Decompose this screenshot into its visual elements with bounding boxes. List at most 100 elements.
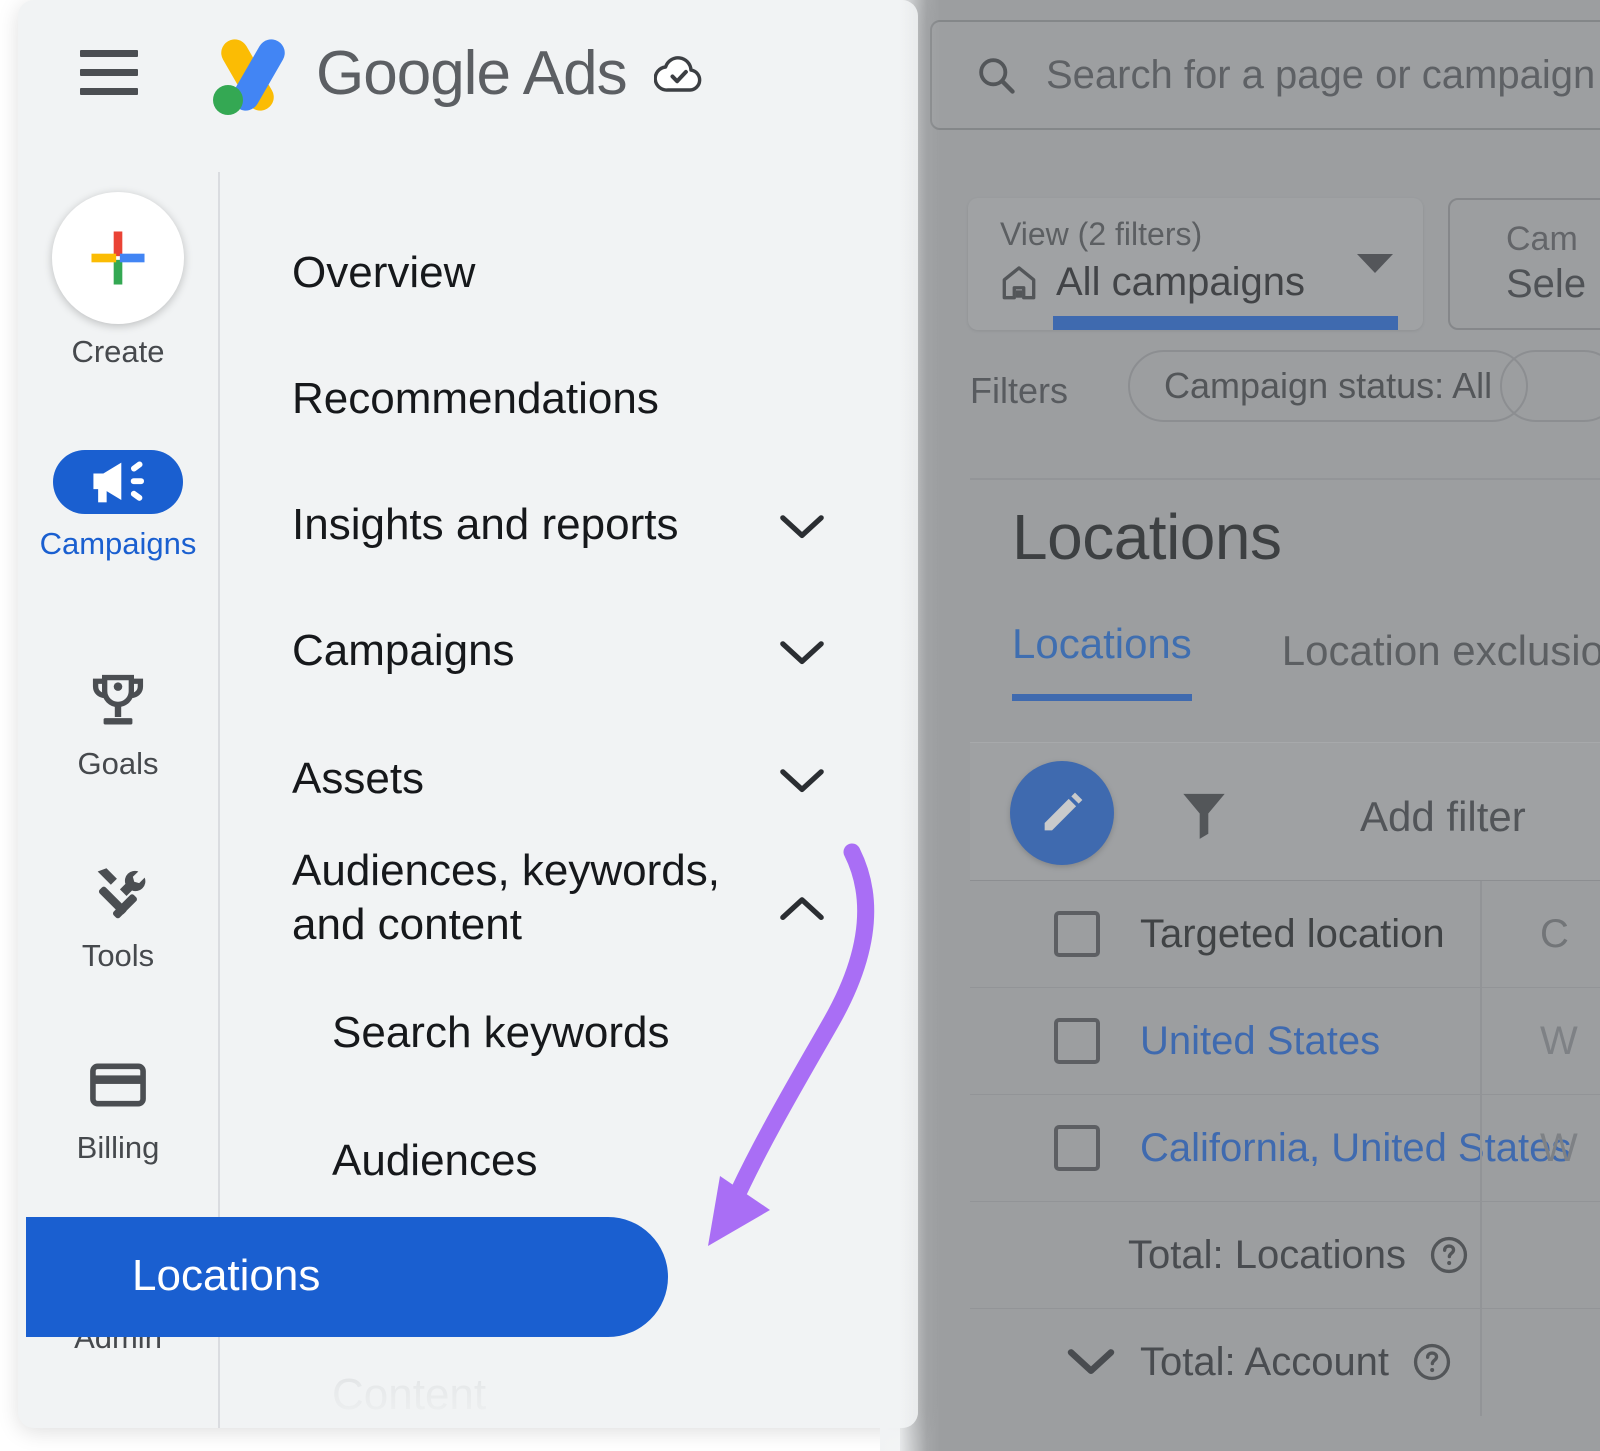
divider <box>970 478 1600 480</box>
filter-chip-label: Campaign status: All <box>1164 365 1493 406</box>
filters-label: Filters <box>970 370 1068 411</box>
view-selector-underline <box>1053 316 1398 330</box>
nav-label-recommendations: Recommendations <box>292 374 659 423</box>
view-selector-label: View (2 filters) <box>1000 216 1203 252</box>
megaphone-icon <box>93 461 144 503</box>
campaigns-active-pill[interactable] <box>53 450 183 514</box>
nav-item-audiences-keywords-content[interactable]: Audiences, keywords, and content <box>218 844 918 974</box>
nav-label-audiences-keywords-content: Audiences, keywords, and content <box>292 846 720 949</box>
table-row[interactable]: United States W <box>970 987 1600 1095</box>
help-icon[interactable] <box>1411 1341 1453 1383</box>
tab-location-exclusions[interactable]: Location exclusio <box>1282 627 1600 701</box>
view-selector[interactable]: View (2 filters) All campaigns <box>968 198 1423 330</box>
total-account-row: Total: Account <box>970 1308 1600 1416</box>
row-secondary-cell: W <box>1540 1018 1578 1063</box>
table-header-row: Targeted location C <box>970 880 1600 988</box>
filter-chip-campaign-status[interactable]: Campaign status: All <box>1128 350 1529 422</box>
nav-item-overview[interactable]: Overview <box>218 238 918 308</box>
brand-title: Google Ads <box>316 39 628 108</box>
rail-item-billing[interactable]: Billing <box>18 1048 218 1166</box>
trophy-icon <box>92 674 144 725</box>
google-ads-logo <box>213 39 285 115</box>
search-input[interactable]: Search for a page or campaign <box>930 20 1600 130</box>
chevron-down-icon[interactable] <box>1066 1347 1116 1377</box>
nav-subitem-locations[interactable]: Locations <box>26 1217 668 1337</box>
pencil-icon <box>1044 792 1083 831</box>
rail-item-tools[interactable]: Tools <box>18 856 218 974</box>
nav-label-campaigns: Campaigns <box>292 626 515 675</box>
chevron-down-icon[interactable] <box>778 638 826 668</box>
rail-item-create[interactable]: Create <box>18 192 218 370</box>
main-content-panel: Search for a page or campaign View (2 fi… <box>900 0 1600 1451</box>
column-divider <box>1480 1202 1482 1309</box>
row-checkbox[interactable] <box>1054 1125 1100 1171</box>
nav-subitem-content[interactable]: Content <box>218 1360 918 1428</box>
nav-label-audiences: Audiences <box>332 1136 538 1185</box>
funnel-icon[interactable] <box>1178 787 1230 843</box>
rail-label-campaigns: Campaigns <box>39 526 197 561</box>
rail-label-tools: Tools <box>81 938 155 973</box>
nav-label-content: Content <box>332 1370 487 1419</box>
view-selector-value: All campaigns <box>1056 260 1306 304</box>
nav-subitem-audiences[interactable]: Audiences <box>218 1126 918 1196</box>
search-icon <box>979 58 1015 94</box>
nav-subitem-search-keywords[interactable]: Search keywords <box>218 998 918 1068</box>
plus-icon <box>91 231 145 285</box>
chevron-up-icon[interactable] <box>778 894 826 924</box>
total-account-label: Total: Account <box>1140 1339 1390 1384</box>
select-all-checkbox[interactable] <box>1054 911 1100 957</box>
chevron-down-icon[interactable] <box>778 512 826 542</box>
chevron-down-icon[interactable] <box>778 766 826 796</box>
column-header-targeted-location: Targeted location <box>1140 911 1445 956</box>
nav-item-campaigns[interactable]: Campaigns <box>218 616 918 686</box>
tab-bar: Locations Location exclusio <box>1012 620 1600 701</box>
nav-item-insights-and-reports[interactable]: Insights and reports <box>218 490 918 560</box>
edit-fab-button[interactable] <box>1010 761 1114 865</box>
row-secondary-cell: W <box>1540 1125 1578 1170</box>
row-checkbox[interactable] <box>1054 1018 1100 1064</box>
cloud-check-icon <box>654 56 702 92</box>
column-divider <box>1480 881 1482 988</box>
table-row[interactable]: California, United States W <box>970 1094 1600 1202</box>
column-divider <box>1480 988 1482 1095</box>
home-icon <box>1002 265 1036 299</box>
rail-label-create: Create <box>71 334 165 369</box>
filter-chip-partial[interactable] <box>1500 350 1600 422</box>
total-locations-label: Total: Locations <box>1128 1232 1406 1277</box>
campaign-selector-label: Cam <box>1506 220 1578 258</box>
total-locations-row: Total: Locations <box>970 1201 1600 1309</box>
credit-card-icon <box>90 1063 146 1107</box>
nav-item-recommendations[interactable]: Recommendations <box>218 364 918 434</box>
rail-label-billing: Billing <box>76 1130 160 1165</box>
page-title: Locations <box>1012 501 1282 573</box>
help-icon[interactable] <box>1428 1234 1470 1276</box>
column-divider <box>1480 1095 1482 1202</box>
rail-item-campaigns[interactable]: Campaigns <box>18 450 218 562</box>
rail-item-goals[interactable]: Goals <box>18 664 218 782</box>
locations-table: Targeted location C United States W Cali… <box>970 880 1600 1416</box>
add-filter-button[interactable]: Add filter <box>1360 793 1526 841</box>
caret-down-icon[interactable] <box>1357 254 1393 273</box>
hamburger-icon[interactable] <box>80 50 138 96</box>
nav-item-assets[interactable]: Assets <box>218 744 918 814</box>
search-placeholder-text: Search for a page or campaign <box>1046 52 1596 97</box>
table-toolbar: Add filter <box>970 742 1600 880</box>
location-link-united-states[interactable]: United States <box>1140 1019 1380 1064</box>
nav-label-search-keywords: Search keywords <box>332 1008 670 1057</box>
location-link-california[interactable]: California, United States <box>1140 1126 1571 1171</box>
nav-label-locations: Locations <box>132 1251 321 1300</box>
navigation-card: Google Ads Create Campaigns Goals Tools … <box>18 0 918 1428</box>
app-header: Google Ads <box>18 0 918 172</box>
campaign-selector[interactable]: Cam Sele <box>1448 198 1600 330</box>
screenshot-root: Search for a page or campaign View (2 fi… <box>0 0 1600 1451</box>
campaign-selector-value: Sele <box>1506 262 1587 306</box>
nav-label-overview: Overview <box>292 248 476 297</box>
nav-label-assets: Assets <box>292 754 425 803</box>
tab-locations[interactable]: Locations <box>1012 620 1192 701</box>
create-button[interactable] <box>52 192 184 324</box>
column-header-secondary: C <box>1540 911 1569 956</box>
nav-label-insights-and-reports: Insights and reports <box>292 500 679 549</box>
rail-label-goals: Goals <box>77 746 159 781</box>
tools-icon <box>97 868 146 919</box>
column-divider <box>1480 1309 1482 1416</box>
